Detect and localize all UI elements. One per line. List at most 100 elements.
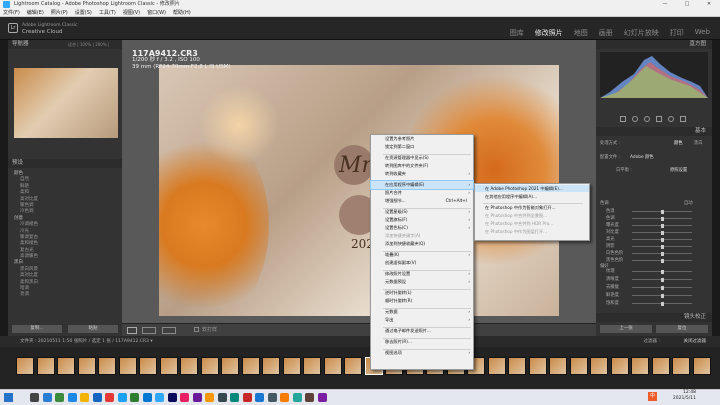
menu-item[interactable]: 文件(F) bbox=[3, 9, 20, 16]
before-after-icon[interactable] bbox=[162, 327, 176, 334]
radial-filter-icon[interactable] bbox=[668, 116, 674, 122]
slider-track[interactable] bbox=[632, 258, 692, 263]
slider-track[interactable] bbox=[632, 216, 692, 221]
submenu-item[interactable]: 在 Photoshop 中合并到 HDR Pro... bbox=[475, 220, 589, 227]
taskbar-app-icon[interactable] bbox=[42, 393, 52, 402]
module-2[interactable]: 地图 bbox=[574, 28, 588, 38]
taskbar-app-icon[interactable] bbox=[130, 393, 139, 402]
windows-start-icon[interactable] bbox=[4, 393, 13, 402]
slider-knob[interactable] bbox=[661, 223, 664, 228]
context-menu-item[interactable]: 顺时针旋转(R) bbox=[371, 297, 473, 305]
slider-knob[interactable] bbox=[661, 251, 664, 256]
slider-track[interactable] bbox=[632, 244, 692, 249]
softproof-checkbox[interactable] bbox=[194, 327, 199, 332]
slider-track[interactable] bbox=[632, 223, 692, 228]
taskbar-app-icon[interactable] bbox=[255, 393, 264, 402]
slider-knob[interactable] bbox=[661, 258, 664, 263]
context-menu-item[interactable]: 设置为参考照片 bbox=[371, 135, 473, 143]
taskbar-app-icon[interactable] bbox=[155, 393, 164, 402]
context-menu-item[interactable]: 在资源管理器中显示(S) bbox=[371, 154, 473, 162]
filmstrip-thumb[interactable] bbox=[241, 357, 260, 375]
filmstrip-thumb[interactable] bbox=[610, 357, 629, 375]
context-menu-item[interactable]: 锁定到第二窗口 bbox=[371, 143, 473, 151]
context-menu-item[interactable]: 元数据 › bbox=[371, 308, 473, 316]
graduated-filter-icon[interactable] bbox=[656, 116, 662, 122]
filmstrip-thumb[interactable] bbox=[180, 357, 198, 375]
menu-item[interactable]: 工具(T) bbox=[99, 9, 116, 16]
slider-knob[interactable] bbox=[661, 230, 664, 235]
filmstrip-thumb[interactable] bbox=[262, 357, 280, 375]
menu-item[interactable]: 照片(P) bbox=[51, 9, 68, 16]
filmstrip-thumb[interactable] bbox=[344, 357, 362, 375]
slider-track[interactable] bbox=[632, 301, 692, 306]
filmstrip-thumb[interactable] bbox=[200, 357, 219, 375]
lens-correction-header[interactable]: 镜头校正 bbox=[596, 313, 712, 322]
module-1[interactable]: 修改照片 bbox=[535, 28, 563, 38]
menu-item[interactable]: 编辑(E) bbox=[27, 9, 44, 16]
red-eye-icon[interactable] bbox=[644, 116, 650, 122]
navigator-header[interactable]: 导航器 适合 | 100% | 200% | bbox=[8, 40, 122, 49]
filmstrip-thumb[interactable] bbox=[569, 357, 588, 375]
filmstrip-thumb[interactable] bbox=[118, 357, 137, 375]
taskbar-app-icon[interactable] bbox=[142, 393, 152, 402]
filmstrip-thumb[interactable] bbox=[508, 357, 526, 375]
context-menu-item[interactable]: 堆叠(K) › bbox=[371, 251, 473, 259]
context-menu-item[interactable]: 添加快捷关键字(A) bbox=[371, 232, 473, 240]
taskbar-app-icon[interactable] bbox=[292, 393, 302, 402]
wb-value[interactable]: 原照设置 bbox=[670, 167, 687, 173]
taskbar-app-icon[interactable] bbox=[80, 393, 89, 402]
context-menu-item[interactable]: 转到图库中的文件夹(F) bbox=[371, 162, 473, 170]
copy-button[interactable]: 复制... bbox=[12, 325, 62, 333]
close-button[interactable]: ✕ bbox=[698, 0, 720, 9]
taskbar-app-icon[interactable] bbox=[117, 393, 127, 402]
spot-removal-icon[interactable] bbox=[632, 116, 638, 122]
minimize-button[interactable]: — bbox=[654, 0, 676, 9]
treatment-color[interactable]: 颜色 bbox=[674, 140, 683, 146]
context-menu-item[interactable]: 照片合并 › bbox=[371, 189, 473, 197]
context-menu-item[interactable]: 添加到快捷收藏夹(Q) bbox=[371, 240, 473, 248]
slider-knob[interactable] bbox=[661, 209, 664, 214]
filmstrip-thumb[interactable] bbox=[77, 357, 96, 375]
slider-track[interactable] bbox=[632, 237, 692, 242]
taskbar-app-icon[interactable] bbox=[105, 393, 114, 402]
taskbar-app-icon[interactable] bbox=[242, 393, 252, 402]
taskbar-app-icon[interactable] bbox=[92, 393, 102, 402]
taskbar-app-icon[interactable] bbox=[67, 393, 77, 402]
presets-header[interactable]: 预设 bbox=[8, 159, 122, 168]
module-4[interactable]: 幻灯片放映 bbox=[624, 28, 659, 38]
brush-icon[interactable] bbox=[680, 116, 686, 122]
menu-item[interactable]: 设置(S) bbox=[75, 9, 92, 16]
submenu-item[interactable]: 在 Photoshop 中作为图层打开... bbox=[475, 228, 589, 235]
slider-knob[interactable] bbox=[661, 269, 664, 274]
crop-icon[interactable] bbox=[620, 116, 626, 122]
filmstrip-thumb[interactable] bbox=[57, 357, 75, 375]
reset-button[interactable]: 复位 bbox=[656, 325, 708, 333]
filmstrip-thumb[interactable] bbox=[36, 357, 55, 375]
filmstrip-thumb[interactable] bbox=[139, 357, 157, 375]
histogram[interactable] bbox=[600, 52, 708, 98]
module-6[interactable]: Web bbox=[695, 28, 710, 38]
maximize-button[interactable]: □ bbox=[676, 0, 698, 9]
filmstrip-thumb[interactable] bbox=[98, 357, 116, 375]
context-menu-item[interactable]: 增强细节... Ctrl+Alt+I bbox=[371, 197, 473, 205]
filmstrip-thumb[interactable] bbox=[590, 357, 608, 375]
menu-item[interactable]: 帮助(H) bbox=[173, 9, 191, 16]
menu-item[interactable]: 窗口(W) bbox=[147, 9, 166, 16]
previous-button[interactable]: 上一张 bbox=[600, 325, 652, 333]
filmstrip-thumb[interactable] bbox=[631, 357, 649, 375]
context-menu-item[interactable]: 在应用程序中编辑(E) › bbox=[370, 180, 474, 190]
filmstrip-thumb[interactable] bbox=[159, 357, 178, 375]
filmstrip-thumb[interactable] bbox=[692, 357, 711, 375]
module-5[interactable]: 打印 bbox=[670, 28, 684, 38]
filmstrip-thumb[interactable] bbox=[323, 357, 342, 375]
taskbar-app-icon[interactable] bbox=[317, 393, 327, 402]
taskbar-app-icon[interactable] bbox=[280, 393, 289, 402]
slider-knob[interactable] bbox=[661, 293, 664, 298]
taskbar-app-icon[interactable] bbox=[30, 393, 39, 402]
filter-value[interactable]: 关闭过滤器 bbox=[684, 336, 707, 347]
compare-view-icon[interactable] bbox=[142, 327, 156, 334]
context-menu-item[interactable]: 转到收藏夹 › bbox=[371, 170, 473, 178]
submenu-item[interactable]: 在 Photoshop 中作为智能对象打开... bbox=[475, 204, 589, 211]
filmstrip-thumb[interactable] bbox=[651, 357, 670, 375]
context-menu-item[interactable]: 移去照片(R)... bbox=[371, 338, 473, 346]
